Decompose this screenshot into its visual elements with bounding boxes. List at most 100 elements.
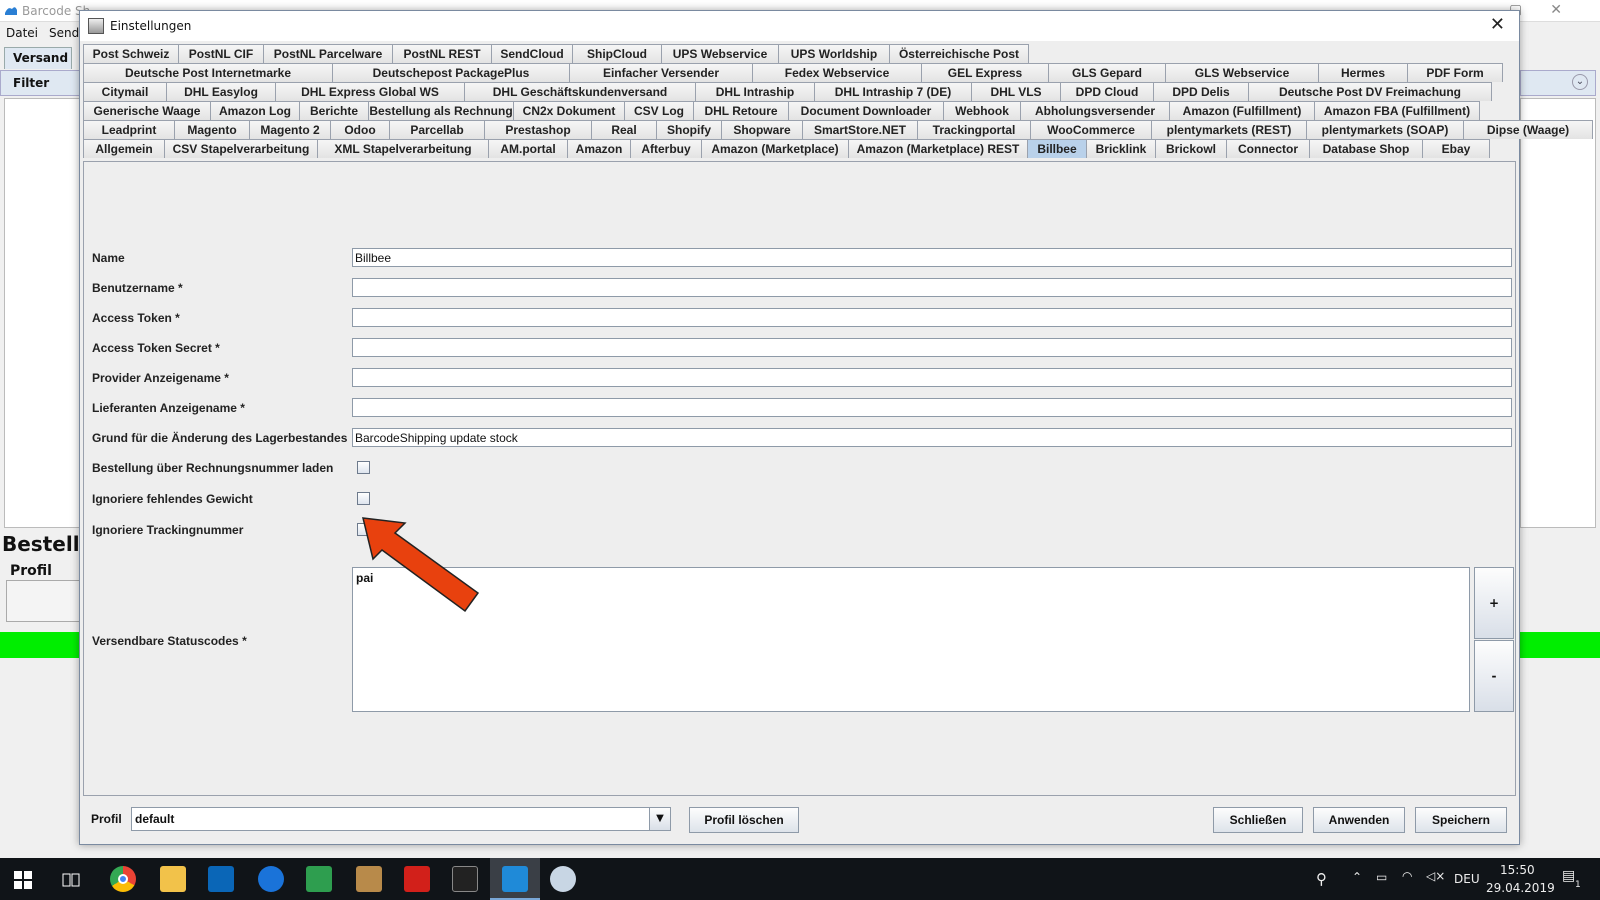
tab-bestellung-als-rechnung[interactable]: Bestellung als Rechnung <box>368 101 514 120</box>
rechnungsnummer-checkbox[interactable] <box>357 461 370 474</box>
tab-sendcloud[interactable]: SendCloud <box>491 44 573 63</box>
tab-postnl-parcelware[interactable]: PostNL Parcelware <box>263 44 393 63</box>
tab-dhl-express-global-ws[interactable]: DHL Express Global WS <box>275 82 465 101</box>
tab-woocommerce[interactable]: WooCommerce <box>1030 120 1152 139</box>
notification-icon[interactable]: ▤ <box>1562 868 1575 884</box>
tab-versand[interactable]: Versand <box>4 47 72 69</box>
task-view-icon[interactable] <box>62 871 80 889</box>
tab-brickowl[interactable]: Brickowl <box>1155 139 1227 158</box>
tab-magento-2[interactable]: Magento 2 <box>249 120 331 139</box>
tab-dhl-retoure[interactable]: DHL Retoure <box>693 101 789 120</box>
tab-gls-gepard[interactable]: GLS Gepard <box>1048 63 1166 82</box>
tab-post-schweiz[interactable]: Post Schweiz <box>83 44 179 63</box>
tab-amazon[interactable]: Amazon <box>567 139 631 158</box>
tab-cn2x-dokument[interactable]: CN2x Dokument <box>513 101 625 120</box>
chevron-down-icon[interactable]: ▼ <box>649 807 671 831</box>
tab-generische-waage[interactable]: Generische Waage <box>83 101 211 120</box>
battery-icon[interactable]: ▭ <box>1376 870 1387 884</box>
close-button[interactable]: Schließen <box>1213 807 1303 833</box>
tab-hermes[interactable]: Hermes <box>1318 63 1408 82</box>
tab-amazon-fba-fulfillment[interactable]: Amazon FBA (Fulfillment) <box>1314 101 1480 120</box>
save-button[interactable]: Speichern <box>1415 807 1507 833</box>
tab-österreichische-post[interactable]: Österreichische Post <box>889 44 1029 63</box>
tab-postnl-rest[interactable]: PostNL REST <box>392 44 492 63</box>
file-explorer-icon[interactable] <box>160 866 186 892</box>
language-indicator[interactable]: DEU <box>1454 872 1480 886</box>
tab-dhl-easylog[interactable]: DHL Easylog <box>166 82 276 101</box>
tab-amazon-log[interactable]: Amazon Log <box>210 101 300 120</box>
lieferanten-field[interactable] <box>352 398 1512 417</box>
tab-abholungsversender[interactable]: Abholungsversender <box>1020 101 1170 120</box>
tab-leadprint[interactable]: Leadprint <box>83 120 175 139</box>
tab-real[interactable]: Real <box>591 120 657 139</box>
provider-field[interactable] <box>352 368 1512 387</box>
tab-dpd-cloud[interactable]: DPD Cloud <box>1060 82 1154 101</box>
teamviewer-icon[interactable] <box>258 866 284 892</box>
tab-postnl-cif[interactable]: PostNL CIF <box>178 44 264 63</box>
tab-dhl-intraship[interactable]: DHL Intraship <box>695 82 815 101</box>
grund-field[interactable]: BarcodeShipping update stock <box>352 428 1512 447</box>
tab-afterbuy[interactable]: Afterbuy <box>630 139 702 158</box>
tab-fedex-webservice[interactable]: Fedex Webservice <box>752 63 922 82</box>
tab-connector[interactable]: Connector <box>1226 139 1310 158</box>
menu-send[interactable]: Send <box>49 26 79 40</box>
tab-ups-worldship[interactable]: UPS Worldship <box>778 44 890 63</box>
tab-ebay[interactable]: Ebay <box>1422 139 1490 158</box>
barcode-shipping-icon[interactable] <box>502 866 528 892</box>
tab-dhl-vls[interactable]: DHL VLS <box>971 82 1061 101</box>
windows-start-icon[interactable] <box>14 871 32 889</box>
tab-citymail[interactable]: Citymail <box>83 82 167 101</box>
close-icon[interactable]: ✕ <box>1490 14 1505 35</box>
tab-deutschepost-packageplus[interactable]: Deutschepost PackagePlus <box>332 63 570 82</box>
people-icon[interactable]: ⚲ <box>1316 870 1327 888</box>
tab-ups-webservice[interactable]: UPS Webservice <box>661 44 779 63</box>
tab-allgemein[interactable]: Allgemein <box>83 139 165 158</box>
tab-smartstore-net[interactable]: SmartStore.NET <box>802 120 918 139</box>
tab-amazon-marketplace-rest[interactable]: Amazon (Marketplace) REST <box>848 139 1028 158</box>
chrome-icon[interactable] <box>110 866 136 892</box>
tab-amazon-fulfillment[interactable]: Amazon (Fulfillment) <box>1169 101 1315 120</box>
vscode-icon[interactable] <box>208 866 234 892</box>
tab-odoo[interactable]: Odoo <box>330 120 390 139</box>
tab-dhl-geschäftskundenversand[interactable]: DHL Geschäftskundenversand <box>464 82 696 101</box>
menu-datei[interactable]: Datei <box>6 26 38 40</box>
tab-am-portal[interactable]: AM.portal <box>488 139 568 158</box>
tab-einfacher-versender[interactable]: Einfacher Versender <box>569 63 753 82</box>
filter-header[interactable]: Filter <box>0 70 80 96</box>
chevron-up-icon[interactable]: ⌃ <box>1352 870 1362 884</box>
tab-dhl-intraship-7-de[interactable]: DHL Intraship 7 (DE) <box>814 82 972 101</box>
paint-app-icon[interactable] <box>550 866 576 892</box>
remove-statuscode-button[interactable]: - <box>1474 640 1514 712</box>
tab-pdf-form[interactable]: PDF Form <box>1407 63 1503 82</box>
access-token-secret-field[interactable] <box>352 338 1512 357</box>
access-token-field[interactable] <box>352 308 1512 327</box>
tab-plentymarkets-soap[interactable]: plentymarkets (SOAP) <box>1306 120 1464 139</box>
profil-delete-button[interactable]: Profil löschen <box>689 807 799 833</box>
acrobat-icon[interactable] <box>404 866 430 892</box>
tab-database-shop[interactable]: Database Shop <box>1309 139 1423 158</box>
tab-webhook[interactable]: Webhook <box>943 101 1021 120</box>
tab-csv-stapelverarbeitung[interactable]: CSV Stapelverarbeitung <box>164 139 318 158</box>
window-controls[interactable]: ▢✕ <box>1509 2 1590 18</box>
name-field[interactable]: Billbee <box>352 248 1512 267</box>
clock-date[interactable]: 29.04.2019 <box>1486 881 1555 895</box>
wifi-icon[interactable]: ◠ <box>1402 869 1412 883</box>
tab-prestashop[interactable]: Prestashop <box>484 120 592 139</box>
tab-shopify[interactable]: Shopify <box>656 120 722 139</box>
terminal-icon[interactable] <box>452 866 478 892</box>
tab-document-downloader[interactable]: Document Downloader <box>788 101 944 120</box>
tab-bricklink[interactable]: Bricklink <box>1086 139 1156 158</box>
add-statuscode-button[interactable]: + <box>1474 567 1514 639</box>
tab-trackingportal[interactable]: Trackingportal <box>917 120 1031 139</box>
profil-select[interactable]: default <box>131 807 671 831</box>
clock-time[interactable]: 15:50 <box>1500 863 1535 877</box>
tab-parcellab[interactable]: Parcellab <box>389 120 485 139</box>
tab-gls-webservice[interactable]: GLS Webservice <box>1165 63 1319 82</box>
spreadsheet-app-icon[interactable] <box>306 866 332 892</box>
tab-amazon-marketplace[interactable]: Amazon (Marketplace) <box>701 139 849 158</box>
tab-magento[interactable]: Magento <box>174 120 250 139</box>
tab-billbee[interactable]: Billbee <box>1027 139 1087 158</box>
gewicht-checkbox[interactable] <box>357 492 370 505</box>
tab-dpd-delis[interactable]: DPD Delis <box>1153 82 1249 101</box>
tab-dipse-waage[interactable]: Dipse (Waage) <box>1463 120 1593 139</box>
